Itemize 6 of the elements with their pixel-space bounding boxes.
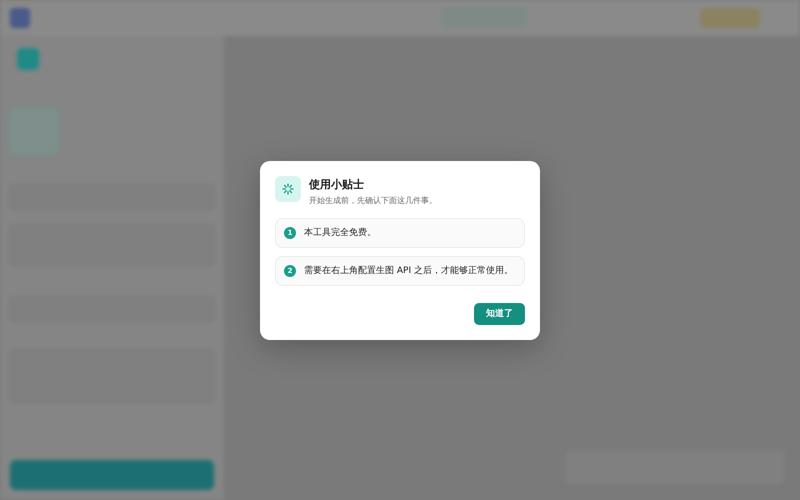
dialog-title: 使用小贴士 bbox=[309, 176, 365, 192]
dialog-subtitle: 开始生成前，先确认下面这几件事。 bbox=[309, 194, 437, 206]
got-it-button[interactable]: 知道了 bbox=[474, 302, 525, 324]
tip-text: 本工具完全免费。 bbox=[304, 226, 376, 239]
loading-spinner-icon bbox=[275, 176, 301, 202]
tip-text: 需要在右上角配置生图 API 之后，才能够正常使用。 bbox=[304, 264, 513, 277]
